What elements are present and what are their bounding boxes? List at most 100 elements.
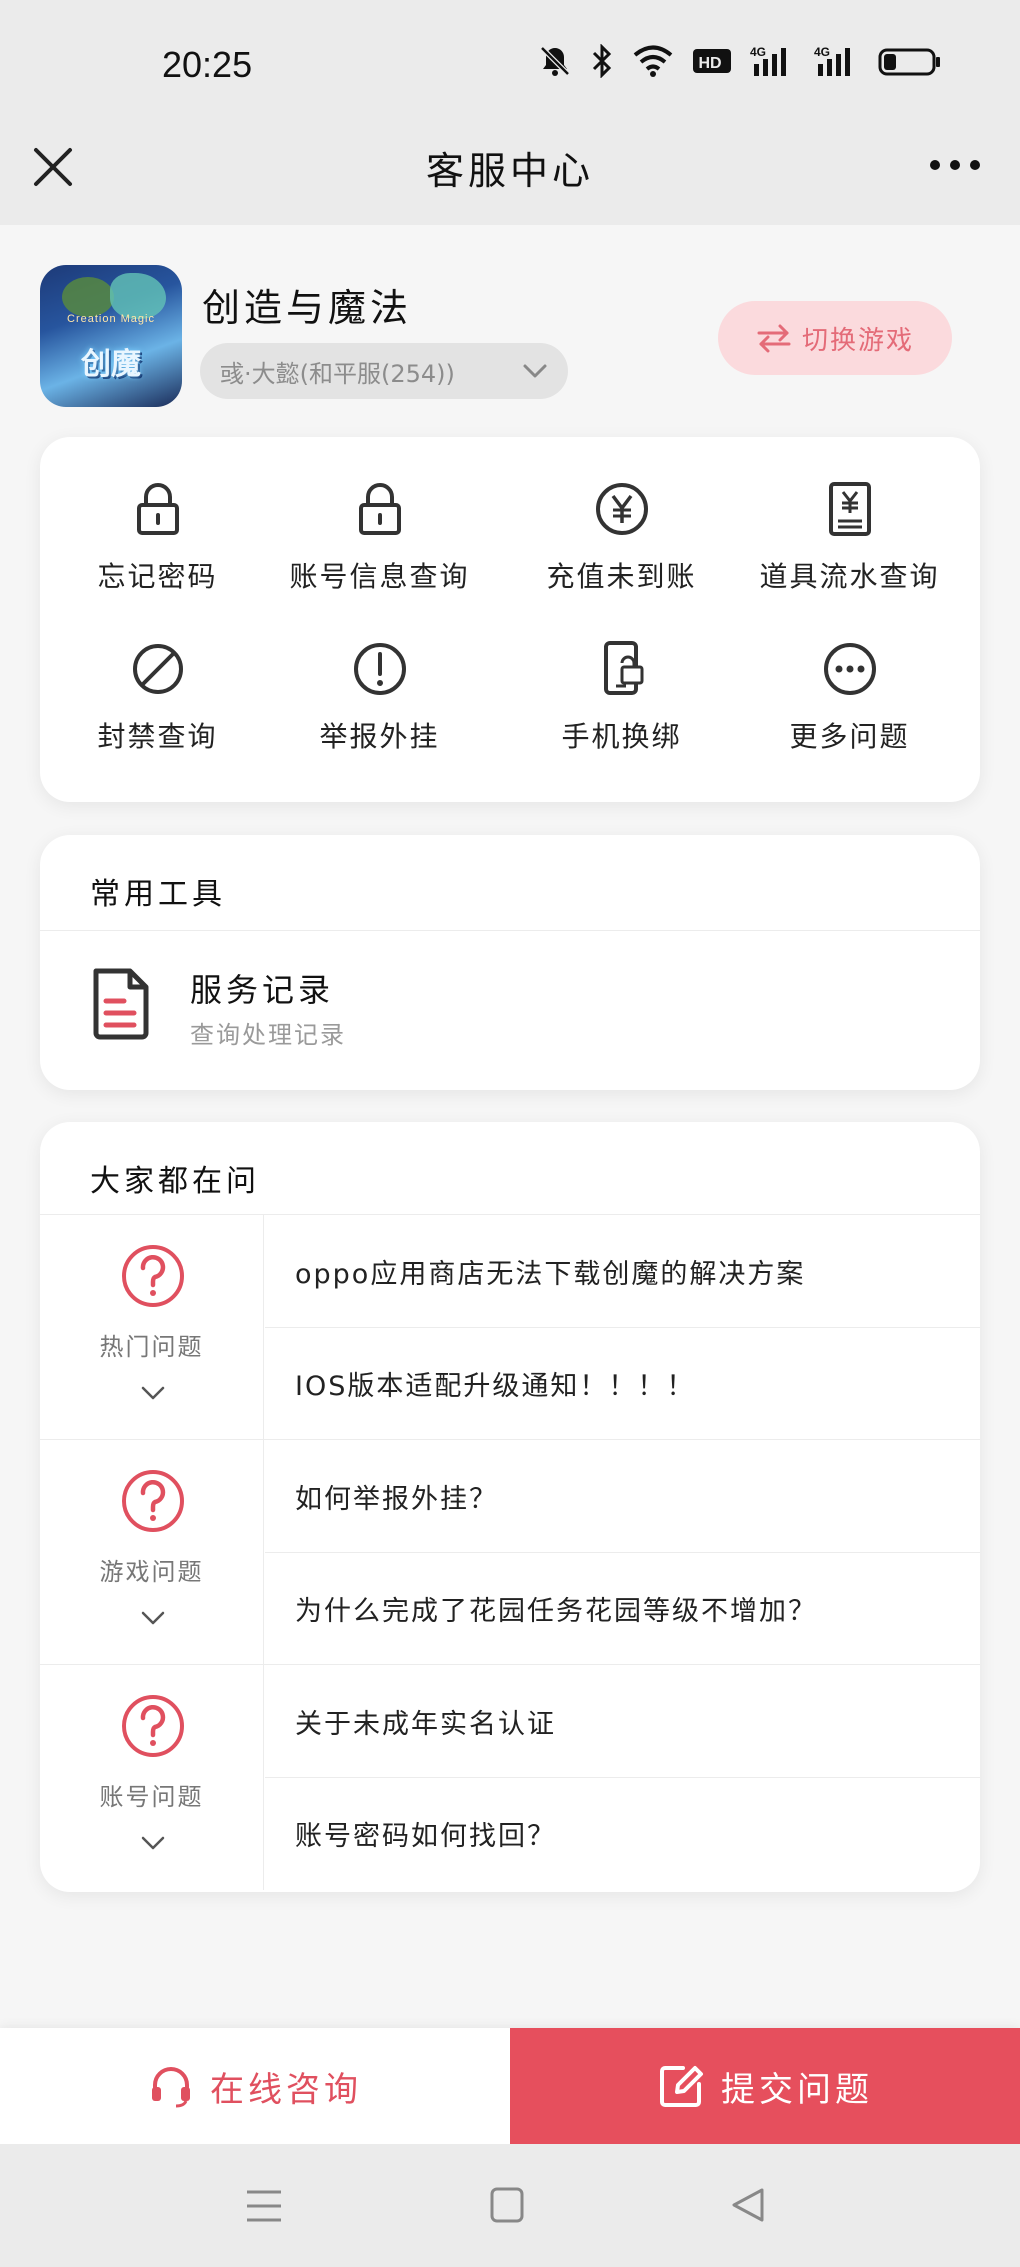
quick-action-forgot-password[interactable]: 忘记密码 (40, 479, 275, 595)
swap-icon (757, 324, 791, 353)
faq-question-text: 为什么完成了花园任务花园等级不增加？ (295, 1596, 817, 1627)
receipt-icon (828, 482, 871, 536)
bluetooth-icon (592, 44, 612, 78)
hd-icon: HD (693, 49, 731, 73)
faq-question-text: 如何举报外挂？ (295, 1483, 498, 1515)
quick-action-more[interactable]: 更多问题 (732, 639, 967, 755)
game-icon-subtext: Creation Magic (67, 313, 155, 325)
more-dot (930, 160, 940, 170)
faq-question-text: 关于未成年实名认证 (295, 1708, 556, 1740)
question-icon (122, 1470, 184, 1532)
quick-action-label: 举报外挂 (319, 720, 440, 753)
network-label: 4G (814, 45, 830, 59)
system-nav-bar (0, 2144, 1020, 2267)
faq-question[interactable]: 账号密码如何找回？ (265, 1777, 980, 1889)
phone-switch-icon (603, 641, 643, 695)
quick-action-label: 忘记密码 (97, 560, 218, 593)
more-icon[interactable] (930, 160, 980, 170)
yen-coin-icon (595, 483, 648, 535)
main-content: Creation Magic 创魔 创造与魔法 彧·大懿(和平服(254)) 切… (0, 225, 1020, 2025)
online-consult-label: 在线咨询 (210, 2069, 362, 2110)
faq-group-account: 账号问题 关于未成年实名认证 账号密码如何找回？ (40, 1664, 980, 1890)
network-label: 4G (750, 45, 766, 59)
quick-action-phone-rebind[interactable]: 手机换绑 (504, 639, 739, 755)
alert-icon (353, 643, 406, 695)
divider (40, 930, 980, 931)
quick-action-item-log[interactable]: 道具流水查询 (732, 479, 967, 595)
faq-question[interactable]: 关于未成年实名认证 (265, 1665, 980, 1777)
mute-icon (540, 46, 570, 76)
section-title: 大家都在问 (90, 1164, 260, 1199)
tool-title: 服务记录 (190, 971, 335, 1009)
question-icon (122, 1695, 184, 1757)
quick-action-account-info[interactable]: 账号信息查询 (262, 479, 497, 595)
faq-group-game: 游戏问题 如何举报外挂？ 为什么完成了花园任务花园等级不增加？ (40, 1439, 980, 1665)
faq-category-label: 游戏问题 (99, 1558, 204, 1586)
faq-card: 大家都在问 热门问题 oppo应用商店无法下载创魔的解决方案 IOS版本适配升级… (40, 1122, 980, 1892)
online-consult-button[interactable]: 在线咨询 (0, 2028, 510, 2144)
lock-icon (358, 483, 401, 535)
signal-4g-icon: 4G (814, 45, 850, 76)
status-time: 20:25 (162, 44, 253, 85)
quick-action-label: 充值未到账 (546, 560, 697, 593)
headset-icon (152, 2067, 190, 2108)
game-icon-text: 创魔 (81, 347, 141, 382)
faq-category-toggle[interactable]: 账号问题 (40, 1665, 264, 1890)
lock-icon (136, 483, 179, 535)
faq-question[interactable]: IOS版本适配升级通知！！！！ (265, 1327, 980, 1439)
quick-action-recharge[interactable]: 充值未到账 (504, 479, 739, 595)
faq-question[interactable]: 为什么完成了花园任务花园等级不增加？ (265, 1552, 980, 1664)
document-icon (93, 968, 149, 1040)
status-bar: 20:25 HD 4G 4G (0, 0, 1020, 130)
faq-question-text: IOS版本适配升级通知！！！！ (295, 1371, 696, 1402)
quick-action-label: 道具流水查询 (759, 560, 940, 593)
quick-action-report-cheat[interactable]: 举报外挂 (262, 639, 497, 755)
switch-game-label: 切换游戏 (801, 325, 914, 356)
hd-label: HD (698, 55, 721, 72)
wifi-icon (633, 45, 673, 77)
chevron-down-icon (141, 1611, 165, 1625)
game-icon: Creation Magic 创魔 (40, 265, 182, 407)
quick-action-label: 更多问题 (789, 720, 910, 753)
tool-subtitle: 查询处理记录 (190, 1021, 346, 1049)
submit-question-label: 提交问题 (721, 2069, 873, 2110)
edit-icon (660, 2066, 703, 2107)
more-dot (970, 160, 980, 170)
faq-category-label: 账号问题 (99, 1783, 204, 1811)
quick-actions-grid: 忘记密码 账号信息查询 充值未到账 道具流水查询 封禁查询 举报外挂 手机换绑 … (40, 437, 980, 802)
game-name: 创造与魔法 (202, 286, 413, 330)
more-dot (950, 160, 960, 170)
chevron-down-icon (141, 1386, 165, 1400)
section-title: 常用工具 (90, 877, 226, 912)
status-icons: HD 4G 4G (538, 44, 942, 78)
game-icon-art (62, 277, 114, 317)
server-selector[interactable]: 彧·大懿(和平服(254)) (200, 343, 568, 399)
page-title: 客服中心 (425, 149, 594, 193)
battery-icon (878, 48, 940, 76)
faq-category-label: 热门问题 (99, 1333, 204, 1361)
back-icon[interactable] (730, 2186, 766, 2224)
switch-game-button[interactable]: 切换游戏 (718, 301, 952, 375)
chevron-down-icon (141, 1836, 165, 1850)
quick-actions-card: 忘记密码 账号信息查询 充值未到账 道具流水查询 封禁查询 举报外挂 手机换绑 … (40, 437, 980, 802)
chevron-down-icon (523, 364, 547, 378)
bottom-action-bar: 在线咨询 提交问题 (0, 2028, 1020, 2144)
faq-question[interactable]: 如何举报外挂？ (265, 1440, 980, 1552)
common-tools-card: 常用工具 服务记录 查询处理记录 (40, 835, 980, 1090)
faq-question-text: oppo应用商店无法下载创魔的解决方案 (295, 1258, 806, 1290)
faq-category-toggle[interactable]: 游戏问题 (40, 1440, 264, 1665)
submit-question-button[interactable]: 提交问题 (510, 2028, 1020, 2144)
signal-4g-icon: 4G (750, 45, 786, 76)
server-name: 彧·大懿(和平服(254)) (220, 359, 455, 388)
faq-question[interactable]: oppo应用商店无法下载创魔的解决方案 (265, 1215, 980, 1327)
faq-category-toggle[interactable]: 热门问题 (40, 1215, 264, 1440)
app-header: 客服中心 (0, 120, 1020, 225)
quick-action-ban-check[interactable]: 封禁查询 (40, 639, 275, 755)
quick-action-label: 封禁查询 (97, 720, 218, 753)
home-icon[interactable] (489, 2186, 525, 2224)
faq-group-hot: 热门问题 oppo应用商店无法下载创魔的解决方案 IOS版本适配升级通知！！！！ (40, 1214, 980, 1440)
quick-action-label: 账号信息查询 (289, 560, 470, 593)
menu-icon[interactable] (245, 2188, 283, 2224)
faq-question-text: 账号密码如何找回？ (295, 1821, 556, 1852)
ban-icon (132, 644, 183, 694)
